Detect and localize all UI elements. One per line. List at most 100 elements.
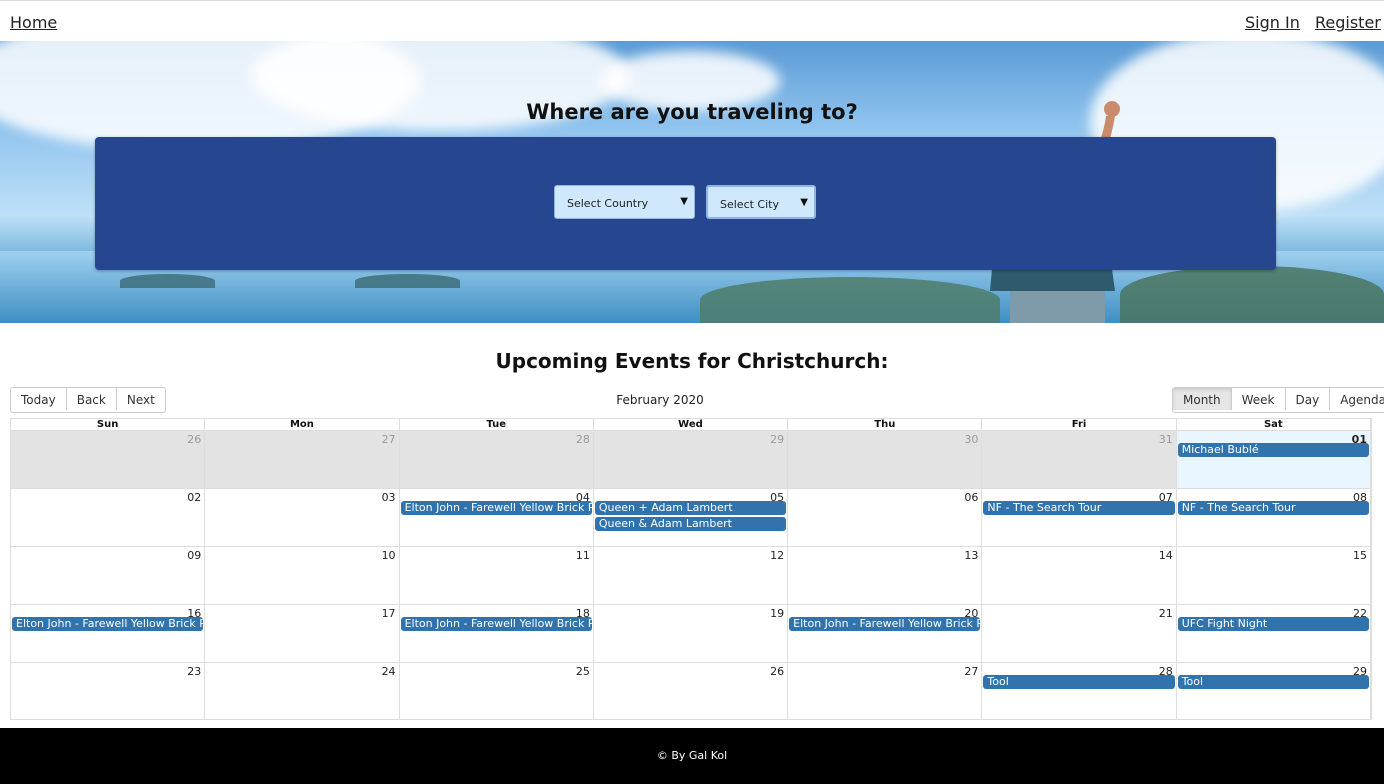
calendar-event[interactable]: NF - The Search Tour xyxy=(983,501,1175,515)
day-number[interactable]: 29 xyxy=(770,433,784,446)
calendar-event[interactable]: UFC Fight Night xyxy=(1177,617,1369,631)
day-number[interactable]: 14 xyxy=(1159,549,1173,562)
events-title: Upcoming Events for Christchurch: xyxy=(495,349,889,373)
day-cell[interactable]: 28 xyxy=(982,662,1177,720)
home-link[interactable]: Home xyxy=(10,13,57,32)
day-cell[interactable]: 26 xyxy=(593,662,789,720)
day-cell[interactable]: 29 xyxy=(593,430,789,488)
day-cell[interactable]: 21 xyxy=(982,604,1177,662)
calendar-event[interactable]: Tool xyxy=(1177,675,1369,689)
day-cell[interactable]: 23 xyxy=(11,662,206,720)
day-cell[interactable]: 01 xyxy=(1176,430,1371,488)
mountain-decoration xyxy=(1120,266,1384,323)
day-cell[interactable]: 10 xyxy=(205,546,400,604)
day-cell[interactable]: 26 xyxy=(11,430,206,488)
weekday-header: Sat xyxy=(1177,419,1371,430)
day-cell[interactable]: 28 xyxy=(399,430,594,488)
island-decoration xyxy=(120,274,215,288)
day-cell[interactable]: 09 xyxy=(11,546,206,604)
day-cell[interactable]: 04 xyxy=(399,488,594,546)
day-number[interactable]: 23 xyxy=(187,665,201,678)
weekday-header: Wed xyxy=(594,419,789,430)
day-cell[interactable]: 22 xyxy=(1176,604,1371,662)
weekday-header: Thu xyxy=(788,419,983,430)
chevron-down-icon: ▼ xyxy=(680,196,688,207)
day-number[interactable]: 12 xyxy=(770,549,784,562)
footer: © By Gal Kol xyxy=(0,728,1384,784)
calendar-event[interactable]: NF - The Search Tour xyxy=(1177,501,1369,515)
day-number[interactable]: 25 xyxy=(576,665,590,678)
day-number[interactable]: 17 xyxy=(382,607,396,620)
day-number[interactable]: 02 xyxy=(187,491,201,504)
hero-banner: Where are you traveling to? Select Count… xyxy=(0,41,1384,323)
day-cell[interactable]: 20 xyxy=(788,604,983,662)
sign-in-link[interactable]: Sign In xyxy=(1245,13,1300,32)
day-number[interactable]: 06 xyxy=(964,491,978,504)
calendar-view-buttons: Month Week Day Agenda xyxy=(1172,387,1384,413)
country-select[interactable]: Select Country ▼ xyxy=(554,185,695,219)
day-cell[interactable]: 06 xyxy=(788,488,983,546)
day-cell[interactable]: 27 xyxy=(205,430,400,488)
day-number[interactable]: 27 xyxy=(382,433,396,446)
day-cell[interactable]: 12 xyxy=(593,546,789,604)
day-number[interactable]: 11 xyxy=(576,549,590,562)
calendar-event[interactable]: Elton John - Farewell Yellow Brick Road xyxy=(400,617,592,631)
day-number[interactable]: 24 xyxy=(382,665,396,678)
island-decoration xyxy=(355,274,460,288)
day-number[interactable]: 26 xyxy=(187,433,201,446)
calendar-event[interactable]: Tool xyxy=(983,675,1175,689)
day-cell[interactable]: 17 xyxy=(205,604,400,662)
day-cell[interactable]: 03 xyxy=(205,488,400,546)
day-cell[interactable]: 30 xyxy=(788,430,983,488)
day-number[interactable]: 27 xyxy=(964,665,978,678)
day-cell[interactable]: 27 xyxy=(788,662,983,720)
top-nav: Home Sign In Register xyxy=(0,0,1384,41)
weekday-header: Tue xyxy=(400,419,594,430)
day-number[interactable]: 15 xyxy=(1353,549,1367,562)
month-view-button[interactable]: Month xyxy=(1173,388,1232,410)
day-number[interactable]: 28 xyxy=(576,433,590,446)
calendar-event[interactable]: Elton John - Farewell Yellow Brick Road xyxy=(400,501,592,515)
day-cell[interactable]: 11 xyxy=(399,546,594,604)
day-cell[interactable]: 25 xyxy=(399,662,594,720)
day-number[interactable]: 21 xyxy=(1159,607,1173,620)
mountain-decoration xyxy=(700,277,1000,323)
weekday-header: Sun xyxy=(11,419,206,430)
day-cell[interactable]: 16 xyxy=(11,604,206,662)
month-label: February 2020 xyxy=(616,393,704,407)
day-number[interactable]: 31 xyxy=(1159,433,1173,446)
day-cell[interactable]: 13 xyxy=(788,546,983,604)
hero-title: Where are you traveling to? xyxy=(526,100,858,124)
calendar-event[interactable]: Queen + Adam Lambert xyxy=(594,501,787,515)
day-number[interactable]: 09 xyxy=(187,549,201,562)
country-select-label: Select Country xyxy=(567,197,649,210)
city-select-label: Select City xyxy=(720,198,779,211)
day-cell[interactable]: 31 xyxy=(982,430,1177,488)
day-cell[interactable]: 29 xyxy=(1176,662,1371,720)
day-number[interactable]: 13 xyxy=(964,549,978,562)
day-cell[interactable]: 15 xyxy=(1176,546,1371,604)
day-number[interactable]: 30 xyxy=(964,433,978,446)
month-calendar: Sun Mon Tue Wed Thu Fri Sat 26 27 28 29 30 31 01 02 03 0… xyxy=(10,418,1372,720)
day-cell[interactable]: 24 xyxy=(205,662,400,720)
day-view-button[interactable]: Day xyxy=(1285,388,1331,410)
calendar-event[interactable]: Elton John - Farewell Yellow Brick Road xyxy=(12,617,204,631)
day-cell[interactable]: 08 xyxy=(1176,488,1371,546)
day-number[interactable]: 26 xyxy=(770,665,784,678)
day-number[interactable]: 10 xyxy=(382,549,396,562)
day-cell[interactable]: 14 xyxy=(982,546,1177,604)
calendar-event[interactable]: Elton John - Farewell Yellow Brick Road xyxy=(789,617,981,631)
day-cell[interactable]: 19 xyxy=(593,604,789,662)
day-number[interactable]: 03 xyxy=(382,491,396,504)
week-view-button[interactable]: Week xyxy=(1231,388,1286,410)
agenda-view-button[interactable]: Agenda xyxy=(1330,388,1384,410)
city-select[interactable]: Select City ▼ xyxy=(706,185,816,219)
day-number[interactable]: 19 xyxy=(770,607,784,620)
day-cell[interactable]: 02 xyxy=(11,488,206,546)
day-cell[interactable]: 07 xyxy=(982,488,1177,546)
calendar-event[interactable]: Queen & Adam Lambert xyxy=(594,517,787,531)
search-panel: Select Country ▼ Select City ▼ xyxy=(95,137,1276,270)
day-cell[interactable]: 18 xyxy=(399,604,594,662)
register-link[interactable]: Register xyxy=(1315,13,1381,32)
calendar-event[interactable]: Michael Bublé xyxy=(1177,443,1369,457)
